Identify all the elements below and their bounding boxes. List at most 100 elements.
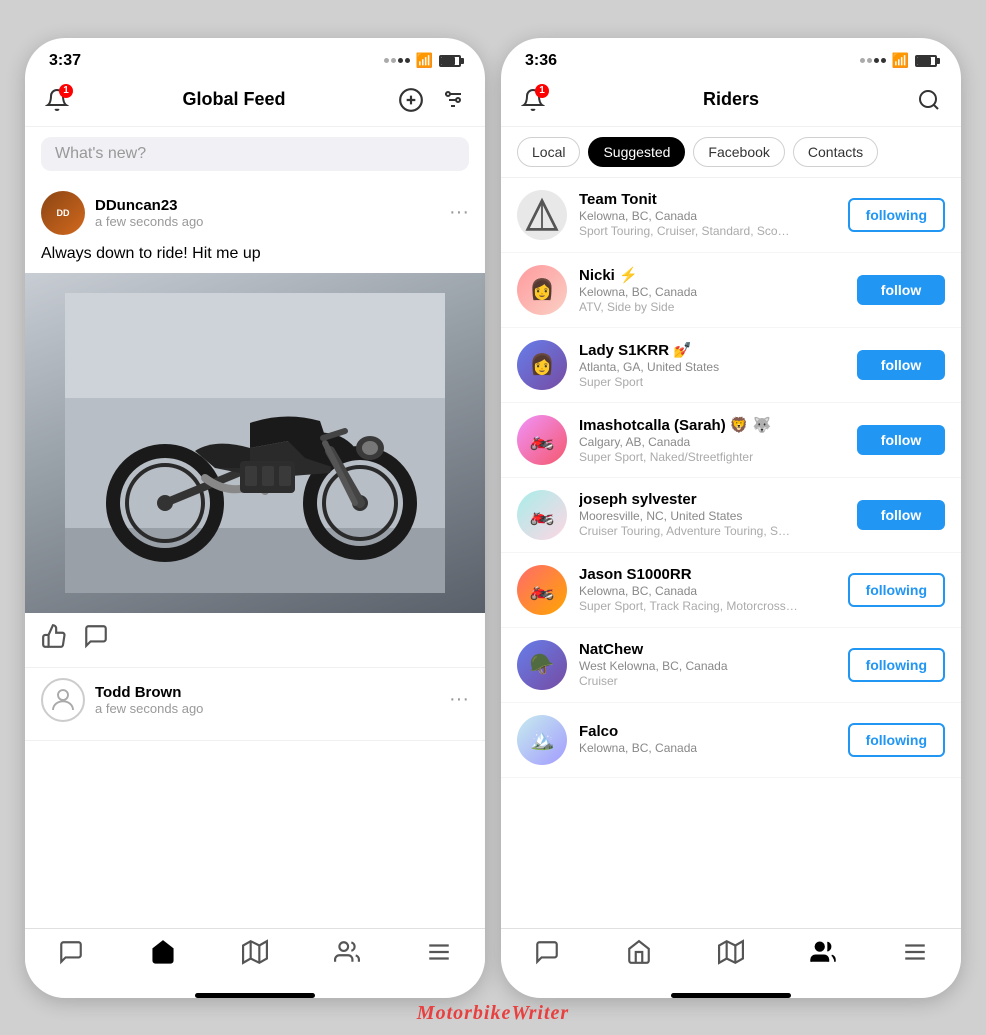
rider-location-4: Mooresville, NC, United States — [579, 509, 845, 523]
dot2 — [391, 58, 396, 63]
filter-button[interactable] — [437, 84, 469, 116]
rider-location-2: Atlanta, GA, United States — [579, 360, 845, 374]
tab-contacts[interactable]: Contacts — [793, 137, 878, 167]
rider-tags-1: ATV, Side by Side — [579, 300, 845, 314]
post-2-username: Todd Brown — [95, 684, 203, 701]
post-2-menu[interactable]: ··· — [449, 688, 469, 711]
battery-icon-right — [915, 55, 937, 67]
wifi-icon: 📶 — [416, 52, 433, 69]
rider-info-0: Team Tonit Kelowna, BC, Canada Sport Tou… — [579, 191, 836, 238]
post-2-user: Todd Brown a few seconds ago — [41, 678, 203, 722]
rider-item-7: 🏔️ Falco Kelowna, BC, Canada following — [501, 703, 961, 778]
follow-btn-4[interactable]: follow — [857, 500, 945, 530]
dot1r — [860, 58, 865, 63]
feed-header: 1 Global Feed — [25, 76, 485, 127]
post-1-user-info: DDuncan23 a few seconds ago — [95, 197, 203, 229]
nav-map-right[interactable] — [718, 939, 744, 965]
follow-btn-1[interactable]: follow — [857, 275, 945, 305]
follow-btn-2[interactable]: follow — [857, 350, 945, 380]
rider-location-1: Kelowna, BC, Canada — [579, 285, 845, 299]
post-1-image — [25, 273, 485, 613]
motorcycle-photo — [25, 273, 485, 613]
dot3 — [398, 58, 403, 63]
notifications-bell[interactable]: 1 — [41, 84, 73, 116]
nav-chat-right[interactable] — [534, 939, 560, 965]
rider-item-0: Team Tonit Kelowna, BC, Canada Sport Tou… — [501, 178, 961, 253]
battery-fill — [441, 57, 455, 65]
bell-badge: 1 — [59, 84, 73, 98]
status-icons-left: 📶 — [384, 52, 461, 69]
rider-item-2: 👩 Lady S1KRR 💅 Atlanta, GA, United State… — [501, 328, 961, 403]
status-bar-left: 3:37 📶 — [25, 38, 485, 76]
rider-info-6: NatChew West Kelowna, BC, Canada Cruiser — [579, 641, 836, 688]
post-2: Todd Brown a few seconds ago ··· — [25, 668, 485, 741]
riders-tab-bar: Local Suggested Facebook Contacts — [501, 127, 961, 178]
follow-btn-0[interactable]: following — [848, 198, 945, 232]
nav-chat[interactable] — [58, 939, 84, 965]
watermark: MotorbikeWriter — [417, 1002, 569, 1025]
rider-item-5: 🏍️ Jason S1000RR Kelowna, BC, Canada Sup… — [501, 553, 961, 628]
tab-suggested[interactable]: Suggested — [588, 137, 685, 167]
post-1: DD DDuncan23 a few seconds ago ··· Alway… — [25, 181, 485, 668]
rider-avatar-3: 🏍️ — [517, 415, 567, 465]
post-1-text: Always down to ride! Hit me up — [25, 241, 485, 273]
nav-people-right[interactable] — [810, 939, 836, 965]
bottom-nav-right — [501, 928, 961, 985]
rider-avatar-7: 🏔️ — [517, 715, 567, 765]
rider-name-3: Imashotcalla (Sarah) 🦁 🐺 — [579, 416, 845, 434]
nav-people[interactable] — [334, 939, 360, 965]
nav-map[interactable] — [242, 939, 268, 965]
notifications-bell-right[interactable]: 1 — [517, 84, 549, 116]
post-1-user: DD DDuncan23 a few seconds ago — [41, 191, 203, 235]
rider-tags-3: Super Sport, Naked/Streetfighter — [579, 450, 845, 464]
riders-header: 1 Riders — [501, 76, 961, 127]
nav-menu[interactable] — [426, 939, 452, 965]
post-1-menu[interactable]: ··· — [449, 201, 469, 224]
header-actions — [395, 84, 469, 116]
search-button[interactable] — [913, 84, 945, 116]
whats-new-input[interactable]: What's new? — [41, 137, 469, 171]
tab-facebook[interactable]: Facebook — [693, 137, 784, 167]
follow-btn-7[interactable]: following — [848, 723, 945, 757]
left-phone: 3:37 📶 1 — [25, 38, 485, 998]
rider-item-3: 🏍️ Imashotcalla (Sarah) 🦁 🐺 Calgary, AB,… — [501, 403, 961, 478]
tab-local[interactable]: Local — [517, 137, 580, 167]
bottom-nav-left — [25, 928, 485, 985]
comment-button[interactable] — [83, 623, 109, 649]
wifi-icon-right: 📶 — [892, 52, 909, 69]
rider-location-0: Kelowna, BC, Canada — [579, 209, 836, 223]
dot1 — [384, 58, 389, 63]
post-1-time: a few seconds ago — [95, 214, 203, 229]
signal-dots-right — [860, 58, 886, 63]
rider-info-2: Lady S1KRR 💅 Atlanta, GA, United States … — [579, 341, 845, 389]
rider-avatar-4: 🏍️ — [517, 490, 567, 540]
like-button[interactable] — [41, 623, 67, 649]
follow-btn-5[interactable]: following — [848, 573, 945, 607]
post-1-header: DD DDuncan23 a few seconds ago ··· — [25, 181, 485, 241]
rider-avatar-6: 🪖 — [517, 640, 567, 690]
feed-content: What's new? DD DDuncan23 a few seconds a… — [25, 127, 485, 928]
rider-info-1: Nicki ⚡ Kelowna, BC, Canada ATV, Side by… — [579, 266, 845, 314]
post-2-user-info: Todd Brown a few seconds ago — [95, 684, 203, 716]
nav-menu-right[interactable] — [902, 939, 928, 965]
nav-home-right[interactable] — [626, 939, 652, 965]
rider-name-5: Jason S1000RR — [579, 566, 836, 583]
page-title-feed: Global Feed — [182, 89, 285, 110]
nav-home[interactable] — [150, 939, 176, 965]
rider-info-3: Imashotcalla (Sarah) 🦁 🐺 Calgary, AB, Ca… — [579, 416, 845, 464]
rider-avatar-1: 👩 — [517, 265, 567, 315]
post-2-header: Todd Brown a few seconds ago ··· — [25, 668, 485, 728]
rider-item-4: 🏍️ joseph sylvester Mooresville, NC, Uni… — [501, 478, 961, 553]
post-2-avatar — [41, 678, 85, 722]
status-icons-right: 📶 — [860, 52, 937, 69]
dot3r — [874, 58, 879, 63]
home-indicator-left — [195, 993, 315, 998]
watermark-text: MotorbikeWriter — [417, 1002, 569, 1024]
rider-list-container: Team Tonit Kelowna, BC, Canada Sport Tou… — [501, 178, 961, 778]
rider-item-6: 🪖 NatChew West Kelowna, BC, Canada Cruis… — [501, 628, 961, 703]
follow-btn-3[interactable]: follow — [857, 425, 945, 455]
follow-btn-6[interactable]: following — [848, 648, 945, 682]
rider-location-3: Calgary, AB, Canada — [579, 435, 845, 449]
add-post-button[interactable] — [395, 84, 427, 116]
rider-avatar-5: 🏍️ — [517, 565, 567, 615]
